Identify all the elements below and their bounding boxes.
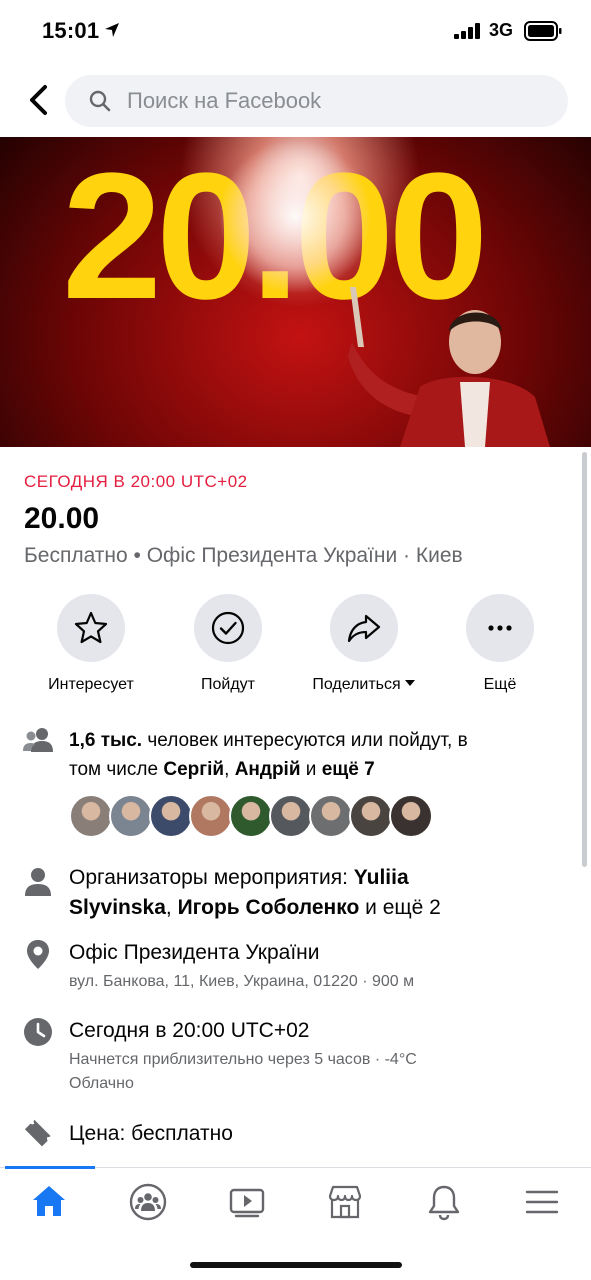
going-circle[interactable] (194, 594, 262, 662)
organizers-line-2[interactable]: Slyvinska, Игорь Соболенко и ещё 2 (69, 896, 441, 920)
attendee-avatar[interactable] (349, 794, 393, 838)
share-label: Поделиться (294, 676, 434, 694)
bottom-nav (0, 1166, 591, 1237)
attendee-avatar[interactable] (389, 794, 433, 838)
attendee-avatar[interactable] (229, 794, 273, 838)
attendee-avatar[interactable] (69, 794, 113, 838)
event-date-line: СЕГОДНЯ В 20:00 UTC+02 (24, 472, 248, 491)
signal-icon (454, 23, 480, 39)
home-indicator (190, 1262, 402, 1268)
more-label: Ещё (483, 676, 517, 693)
going-label: Пойдут (201, 676, 255, 693)
share-icon (347, 614, 381, 643)
organizer-name-1b[interactable]: Slyvinska (69, 896, 166, 919)
attendee-name-2[interactable]: Андрій (235, 759, 301, 780)
organizer-name-2[interactable]: Игорь Соболенко (178, 896, 360, 919)
attendees-line-1[interactable]: 1,6 тыс. человек интересуются или пойдут… (69, 730, 468, 752)
attendees-count: 1,6 тыс. (69, 730, 143, 751)
active-tab-indicator (5, 1166, 95, 1169)
marketplace-icon[interactable] (325, 1182, 365, 1222)
organizers-line-1[interactable]: Организаторы мероприятия: Yuliia (69, 866, 409, 890)
flare-glow (220, 137, 370, 297)
person-icon (25, 868, 51, 896)
ticket-icon (24, 1118, 51, 1147)
menu-icon[interactable] (522, 1182, 562, 1222)
search-icon (89, 90, 111, 112)
more-button[interactable]: Ещё (430, 594, 570, 694)
event-subtitle[interactable]: Бесплатно • Офіс Президента України · Ки… (24, 544, 463, 568)
star-icon (74, 611, 108, 644)
scrollbar[interactable] (582, 452, 587, 867)
status-time: 15:01 (42, 18, 100, 43)
more-circle[interactable] (466, 594, 534, 662)
battery-icon (524, 21, 562, 41)
interested-label: Интересует (48, 676, 134, 693)
attendee-avatar[interactable] (149, 794, 193, 838)
location-name[interactable]: Офіс Президента України (69, 941, 320, 965)
organizer-name-1a[interactable]: Yuliia (354, 866, 409, 889)
attendee-avatar[interactable] (309, 794, 353, 838)
share-circle[interactable] (330, 594, 398, 662)
share-button[interactable]: Поделиться (294, 594, 434, 694)
attendee-avatar[interactable] (109, 794, 153, 838)
interested-circle[interactable] (57, 594, 125, 662)
home-icon[interactable] (29, 1182, 69, 1222)
interested-button[interactable]: Интересует (21, 594, 161, 694)
weather-detail: Облачно (69, 1075, 134, 1092)
notifications-icon[interactable] (424, 1182, 464, 1222)
search-bar[interactable] (65, 75, 568, 127)
check-circle-icon (211, 611, 245, 645)
status-bar: 15:01 3G (0, 0, 591, 62)
price-text: Цена: бесплатно (69, 1122, 233, 1145)
attendees-text: человек интересуются или пойдут, в (142, 730, 468, 751)
location-address[interactable]: вул. Банкова, 11, Киев, Украина, 01220 ·… (69, 973, 414, 991)
attendees-more[interactable]: ещё 7 (322, 759, 375, 780)
attendee-avatar[interactable] (189, 794, 233, 838)
time-detail: Начнется приблизительно через 5 часов · … (69, 1051, 417, 1068)
watch-icon[interactable] (227, 1182, 267, 1222)
location-arrow-icon (105, 23, 119, 37)
clock-icon (24, 1018, 52, 1046)
event-cover-image[interactable]: 20.00 (0, 137, 591, 447)
attendee-name-1[interactable]: Сергій (163, 759, 224, 780)
person-with-flare-illustration (348, 287, 550, 447)
back-arrow-icon[interactable] (26, 84, 52, 116)
more-icon (488, 625, 512, 631)
people-icon (23, 728, 53, 752)
network-type: 3G (489, 20, 514, 40)
search-input[interactable] (127, 75, 547, 127)
event-title: 20.00 (24, 502, 100, 535)
time-main: Сегодня в 20:00 UTC+02 (69, 1019, 310, 1042)
caret-down-icon (404, 680, 415, 686)
attendee-avatar[interactable] (269, 794, 313, 838)
going-button[interactable]: Пойдут (158, 594, 298, 694)
attendees-line-2[interactable]: том числе Сергій, Андрій и ещё 7 (69, 759, 375, 781)
groups-icon[interactable] (128, 1182, 168, 1222)
location-pin-icon (27, 940, 49, 969)
